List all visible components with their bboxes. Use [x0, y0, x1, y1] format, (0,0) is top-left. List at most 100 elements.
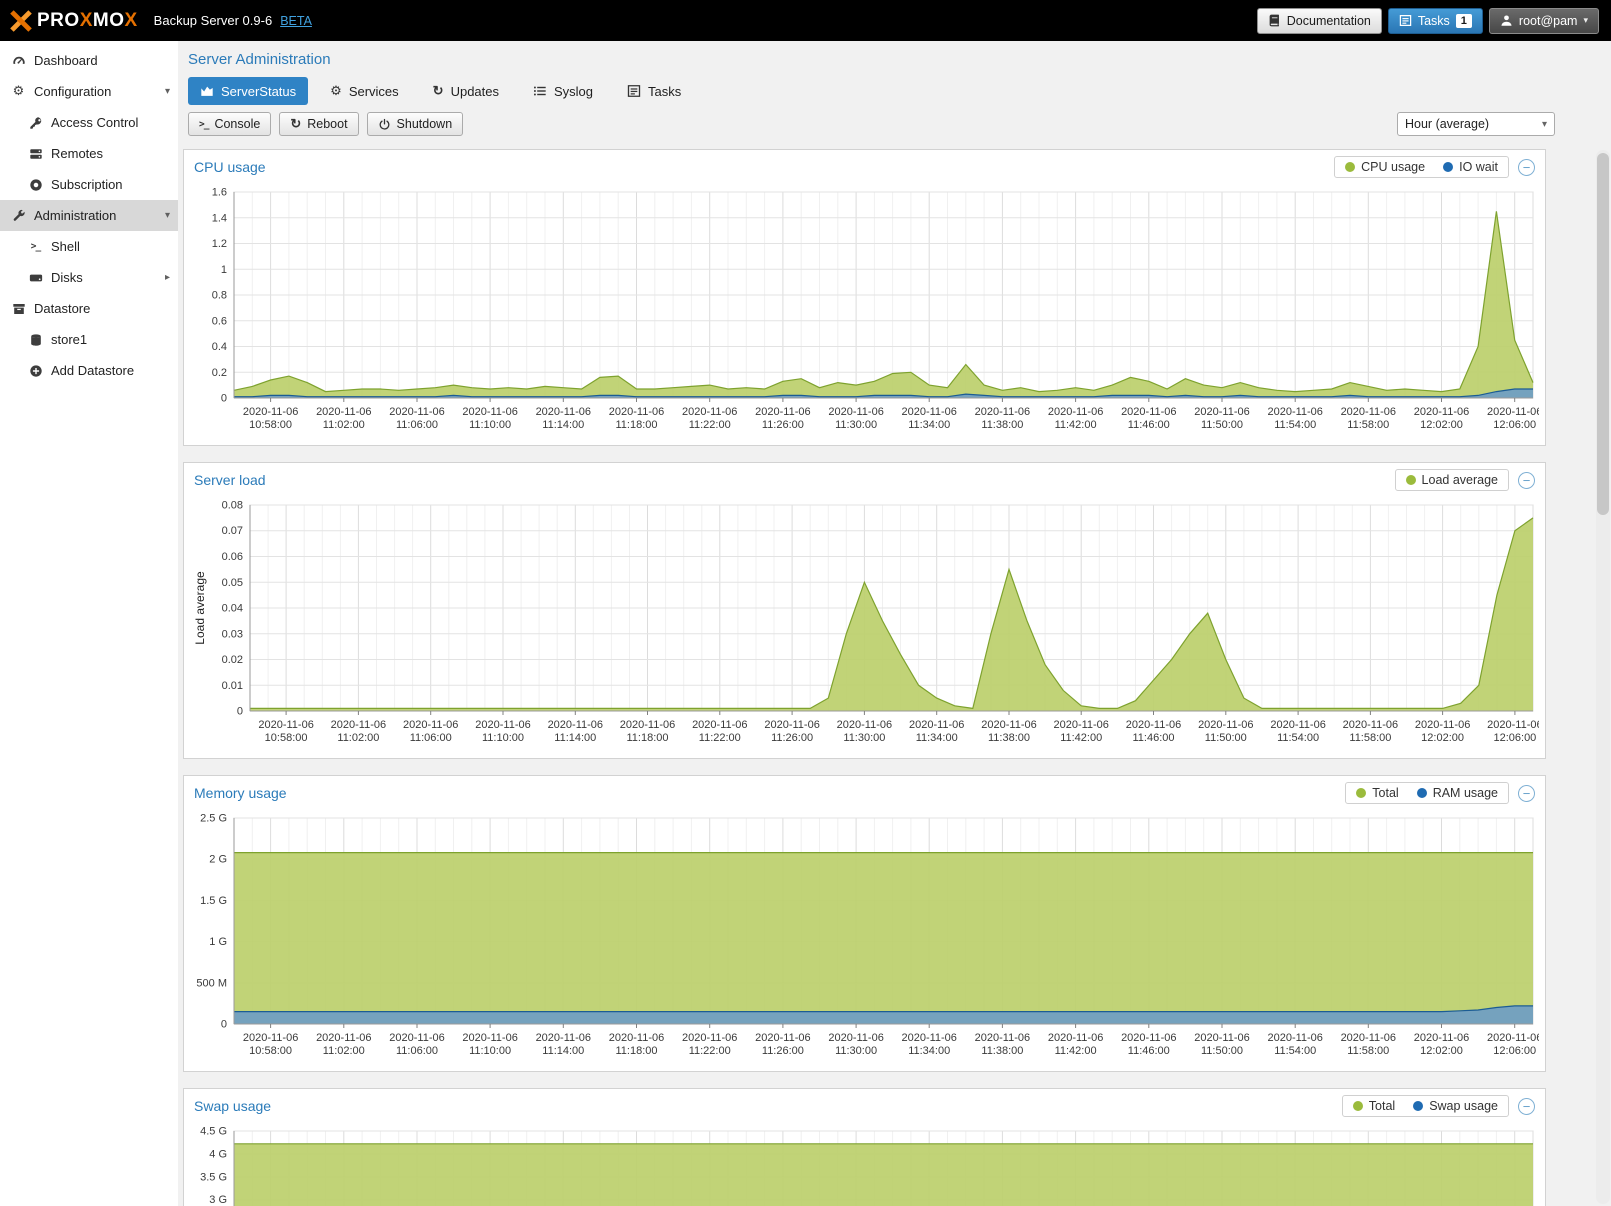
svg-text:0: 0	[221, 393, 227, 405]
legend-label: Load average	[1422, 473, 1498, 487]
svg-text:11:50:00: 11:50:00	[1201, 1045, 1243, 1057]
product-version: Backup Server 0.9-6	[154, 13, 273, 28]
sidebar-item-store1[interactable]: store1	[0, 324, 178, 355]
tab-syslog[interactable]: Syslog	[521, 77, 605, 105]
shutdown-button[interactable]: Shutdown	[367, 112, 464, 136]
area-chart-icon	[200, 84, 214, 98]
memory-usage-panel: Memory usageTotalRAM usage−0500 M1 G1.5 …	[183, 775, 1546, 1072]
time-range-select[interactable]: Hour (average) ▾	[1397, 112, 1555, 136]
page-title: Server Administration	[188, 51, 1611, 68]
swap-usage-panel: Swap usageTotalSwap usage−0500 M1 G1.5 G…	[183, 1088, 1546, 1206]
sidebar-item-datastore[interactable]: Datastore	[0, 293, 178, 324]
reboot-icon: ↻	[290, 116, 301, 132]
svg-text:2020-11-06: 2020-11-06	[682, 406, 737, 418]
sidebar-item-disks[interactable]: Disks ▸	[0, 262, 178, 293]
svg-text:2020-11-06: 2020-11-06	[1194, 406, 1249, 418]
svg-text:2020-11-06: 2020-11-06	[1194, 1032, 1249, 1044]
chevron-down-icon: ▾	[165, 86, 170, 97]
svg-text:0.8: 0.8	[212, 290, 227, 302]
svg-text:11:14:00: 11:14:00	[542, 419, 584, 431]
collapse-panel-icon[interactable]: −	[1518, 785, 1535, 802]
chart-legend: CPU usageIO wait	[1334, 156, 1509, 178]
svg-text:11:46:00: 11:46:00	[1128, 1045, 1170, 1057]
key-icon	[27, 116, 44, 130]
chevron-right-icon: ▸	[165, 272, 170, 283]
sidebar-item-remotes[interactable]: Remotes	[0, 138, 178, 169]
svg-text:11:02:00: 11:02:00	[323, 1045, 365, 1057]
sidebar-item-label: Configuration	[34, 84, 158, 99]
memory-usage-chart: 0500 M1 G1.5 G2 G2.5 G2020-11-0610:58:00…	[184, 809, 1545, 1071]
svg-text:0.04: 0.04	[222, 603, 243, 615]
panel-header: Swap usageTotalSwap usage−	[184, 1089, 1545, 1122]
tab-tasks[interactable]: Tasks	[615, 77, 693, 105]
tab-bar: ServerStatus ⚙Services ↻Updates Syslog Tasks	[188, 77, 1611, 105]
sidebar-item-configuration[interactable]: ⚙Configuration▾	[0, 76, 178, 107]
beta-link[interactable]: BETA	[280, 14, 312, 28]
collapse-panel-icon[interactable]: −	[1518, 472, 1535, 489]
panel-title: Memory usage	[194, 785, 287, 801]
panels: CPU usageCPU usageIO wait−00.20.40.60.81…	[178, 136, 1611, 1206]
console-button[interactable]: >_ Console	[188, 112, 271, 136]
sidebar-item-administration[interactable]: Administration▾	[0, 200, 178, 231]
power-icon	[378, 118, 391, 131]
sidebar-item-dashboard[interactable]: Dashboard	[0, 45, 178, 76]
tab-services[interactable]: ⚙Services	[318, 77, 411, 105]
sidebar-item-subscription[interactable]: Subscription	[0, 169, 178, 200]
sidebar-item-add-datastore[interactable]: Add Datastore	[0, 355, 178, 386]
panel-header: Server loadLoad average−	[184, 463, 1545, 496]
svg-text:2020-11-06: 2020-11-06	[764, 719, 819, 731]
svg-text:11:18:00: 11:18:00	[615, 1045, 657, 1057]
sidebar-item-access-control[interactable]: Access Control	[0, 107, 178, 138]
legend-item: Swap usage	[1413, 1099, 1498, 1113]
svg-text:11:50:00: 11:50:00	[1205, 732, 1247, 744]
svg-text:2020-11-06: 2020-11-06	[981, 719, 1036, 731]
scrollbar-thumb[interactable]	[1597, 153, 1609, 515]
svg-text:2 G: 2 G	[209, 854, 227, 866]
svg-text:11:26:00: 11:26:00	[762, 1045, 804, 1057]
sidebar-item-label: Subscription	[51, 177, 170, 192]
sidebar: Dashboard⚙Configuration▾Access ControlRe…	[0, 41, 178, 1206]
svg-text:2020-11-06: 2020-11-06	[1126, 719, 1181, 731]
legend-dot-icon	[1443, 162, 1453, 172]
svg-text:11:06:00: 11:06:00	[396, 1045, 438, 1057]
legend-dot-icon	[1417, 788, 1427, 798]
cpu-usage-chart: 00.20.40.60.811.21.41.62020-11-0610:58:0…	[184, 183, 1545, 445]
svg-text:2020-11-06: 2020-11-06	[755, 406, 810, 418]
tab-serverstatus[interactable]: ServerStatus	[188, 77, 308, 105]
svg-text:12:02:00: 12:02:00	[1421, 732, 1464, 744]
svg-text:2020-11-06: 2020-11-06	[1267, 406, 1322, 418]
svg-text:3.5 G: 3.5 G	[200, 1171, 227, 1183]
sidebar-item-label: Disks	[51, 270, 158, 285]
panel-header: Memory usageTotalRAM usage−	[184, 776, 1545, 809]
svg-text:11:38:00: 11:38:00	[981, 1045, 1023, 1057]
collapse-panel-icon[interactable]: −	[1518, 159, 1535, 176]
reboot-button[interactable]: ↻ Reboot	[279, 112, 358, 136]
svg-text:1.6: 1.6	[212, 187, 227, 199]
sidebar-item-label: Administration	[34, 208, 158, 223]
svg-text:Load average: Load average	[193, 571, 207, 645]
documentation-button[interactable]: Documentation	[1257, 8, 1382, 34]
sidebar-item-shell[interactable]: >_Shell	[0, 231, 178, 262]
svg-text:0.06: 0.06	[222, 551, 243, 563]
svg-text:1: 1	[221, 264, 227, 276]
database-icon	[27, 333, 44, 347]
sidebar-item-label: Access Control	[51, 115, 170, 130]
tasks-icon	[627, 84, 641, 98]
sidebar-item-label: Remotes	[51, 146, 170, 161]
user-menu-button[interactable]: root@pam ▾	[1489, 8, 1599, 34]
scrollbar[interactable]	[1596, 150, 1610, 1204]
collapse-panel-icon[interactable]: −	[1518, 1098, 1535, 1115]
swap-usage-chart: 0500 M1 G1.5 G2 G2.5 G3 G3.5 G4 G4.5 G20…	[184, 1122, 1545, 1206]
svg-text:2020-11-06: 2020-11-06	[331, 719, 386, 731]
legend-item: Total	[1353, 1099, 1395, 1113]
legend-label: IO wait	[1459, 160, 1498, 174]
svg-text:11:10:00: 11:10:00	[469, 1045, 511, 1057]
chart-legend: Load average	[1395, 469, 1509, 491]
svg-text:12:02:00: 12:02:00	[1420, 1045, 1463, 1057]
svg-text:1.2: 1.2	[212, 238, 227, 250]
svg-text:10:58:00: 10:58:00	[249, 1045, 292, 1057]
svg-text:2020-11-06: 2020-11-06	[828, 406, 883, 418]
tasks-button[interactable]: Tasks 1	[1388, 8, 1483, 34]
legend-item: IO wait	[1443, 160, 1498, 174]
tab-updates[interactable]: ↻Updates	[421, 77, 511, 105]
